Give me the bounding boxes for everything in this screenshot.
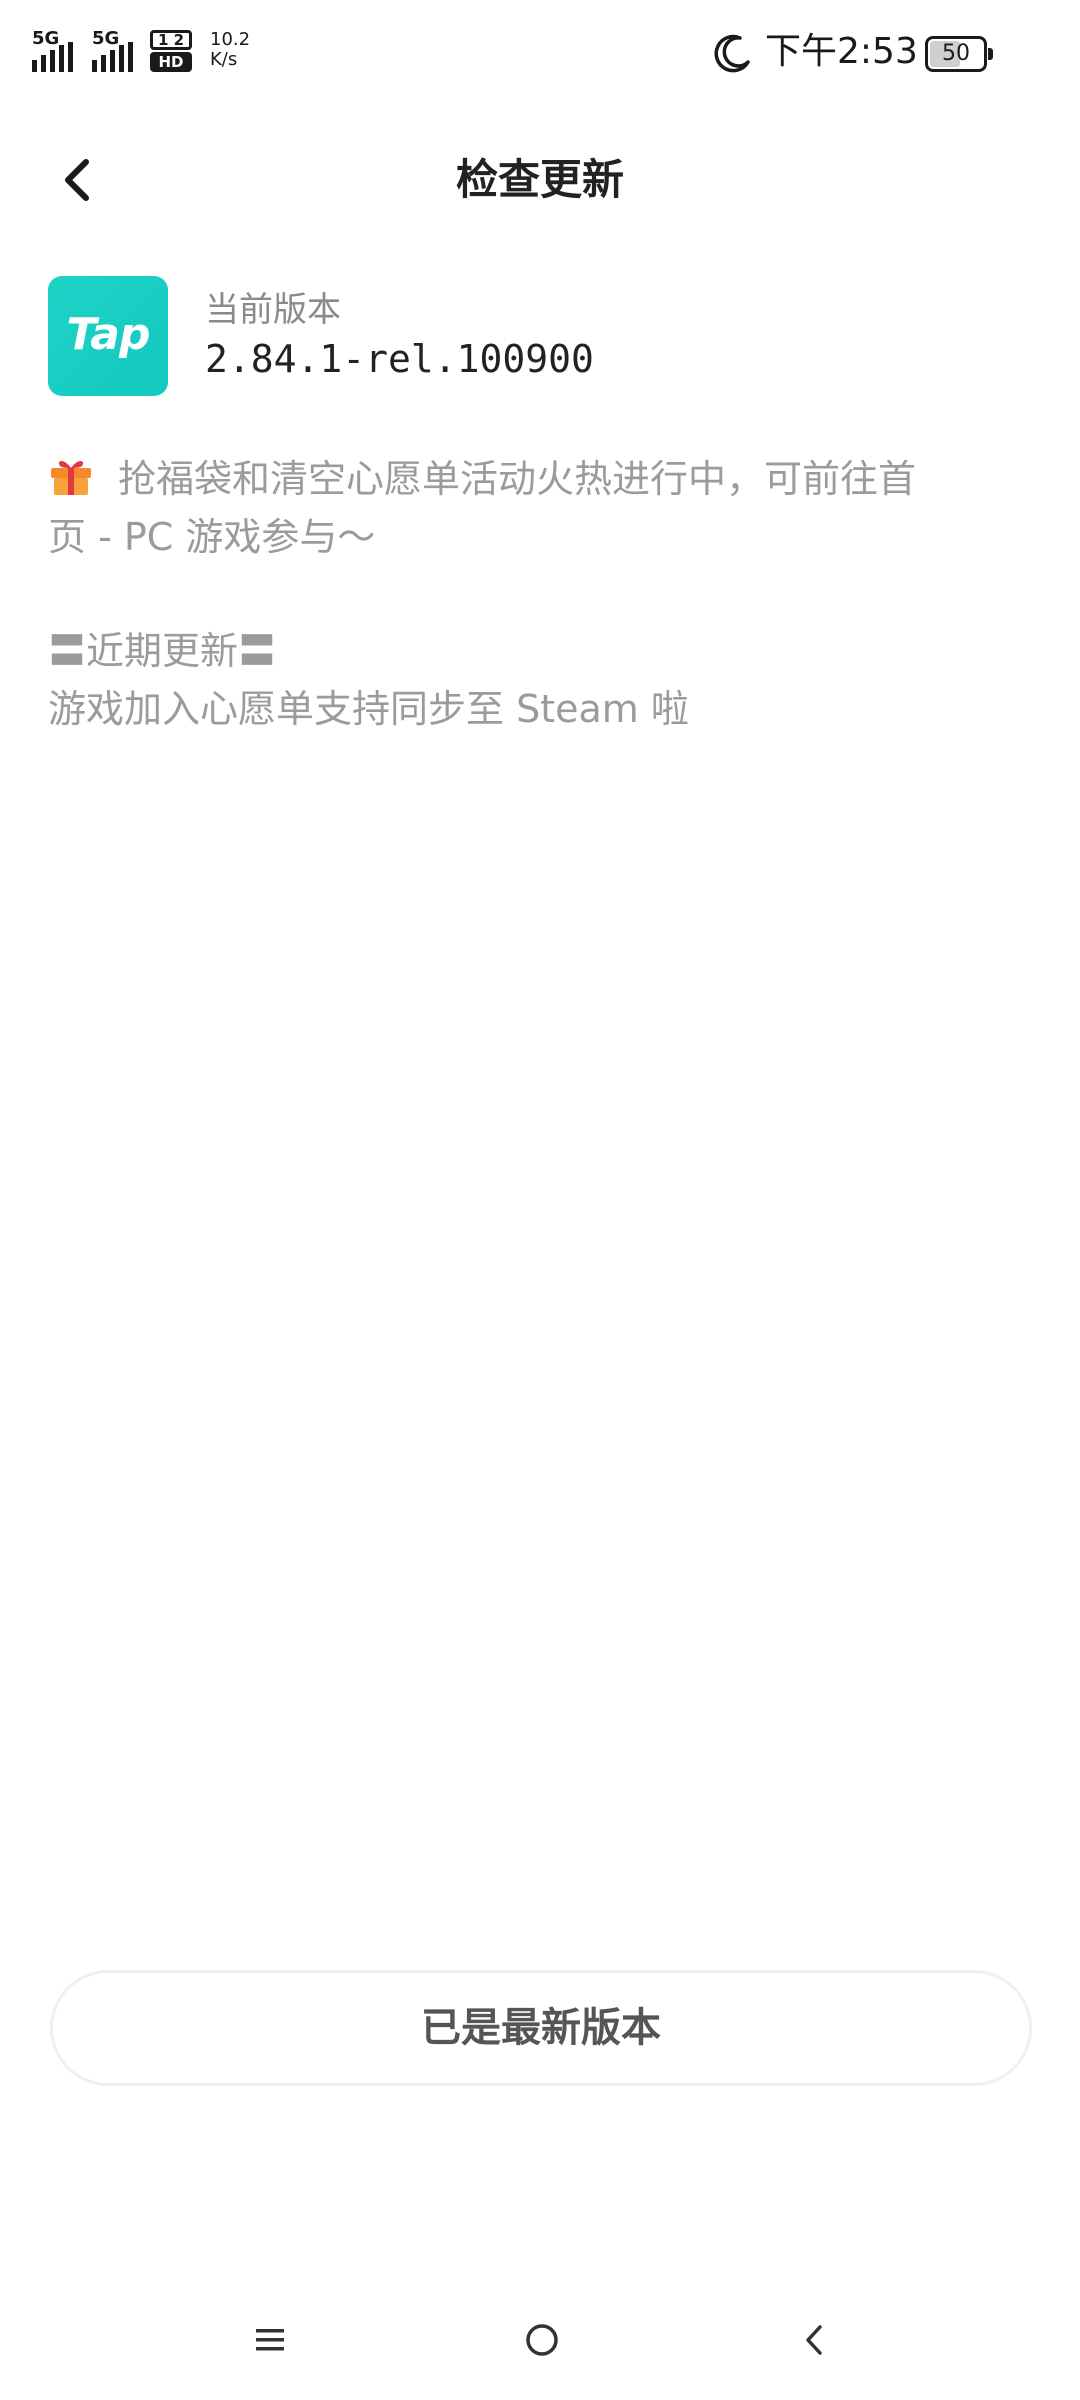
battery-level: 50: [942, 41, 970, 66]
update-item: 游戏加入心愿单支持同步至 Steam 啦: [48, 687, 689, 731]
recent-updates-heading: 〓近期更新〓: [48, 629, 277, 673]
update-notes: 抢福袋和清空心愿单活动火热进行中，可前往首 页 - PC 游戏参与～ 〓近期更新…: [48, 450, 1038, 738]
signal-bars-icon: [92, 42, 133, 72]
app-logo: Tap: [48, 276, 168, 396]
hd-voice-icon: 1 2 HD: [150, 30, 192, 72]
check-update-screen: 5G 5G 1 2 HD 10.2 K/s 下午2:53 50 检查更新 Tap…: [0, 0, 1080, 2400]
nav-back-icon[interactable]: [795, 2320, 835, 2360]
promo-line-1: 抢福袋和清空心愿单活动火热进行中，可前往首: [48, 450, 1038, 508]
network-speed: 10.2 K/s: [210, 30, 260, 70]
battery-icon: 50: [925, 36, 993, 72]
current-version-label: 当前版本: [205, 290, 341, 330]
app-logo-text: Tap: [66, 309, 151, 360]
home-circle-icon[interactable]: [522, 2320, 562, 2360]
already-latest-button[interactable]: 已是最新版本: [50, 1970, 1032, 2086]
promo-line-2: 页 - PC 游戏参与～: [48, 515, 376, 559]
signal-bars-icon: [32, 42, 73, 72]
header: 检查更新: [0, 130, 1080, 230]
net-speed-unit: K/s: [210, 49, 238, 70]
menu-icon[interactable]: [250, 2320, 290, 2360]
net-speed-value: 10.2: [210, 29, 251, 50]
hd-top-label: 1 2: [150, 30, 192, 50]
status-bar: 5G 5G 1 2 HD 10.2 K/s 下午2:53 50: [0, 0, 1080, 110]
hd-bottom-label: HD: [150, 52, 192, 72]
status-time: 下午2:53: [765, 31, 918, 72]
promo-text-1: 抢福袋和清空心愿单活动火热进行中，可前往首: [118, 457, 917, 501]
page-title: 检查更新: [455, 155, 624, 204]
system-nav-bar: [0, 2290, 1080, 2400]
gift-icon: [51, 461, 91, 495]
current-version-value: 2.84.1-rel.100900: [205, 337, 594, 381]
notes-spacer: [48, 566, 1038, 622]
moon-icon: [714, 34, 750, 73]
